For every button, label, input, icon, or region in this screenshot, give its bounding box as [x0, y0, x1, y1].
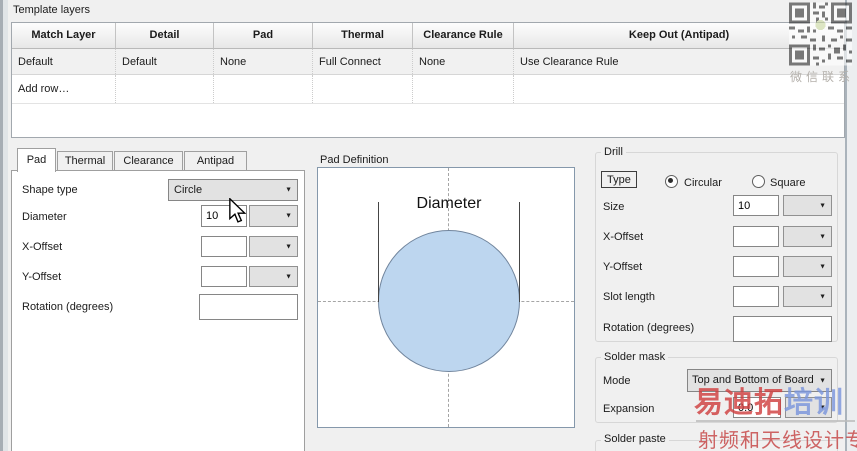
template-layers-table: Match Layer Detail Pad Thermal Clearance… — [11, 22, 845, 138]
drill-size-unit-dropdown[interactable]: ▼ — [783, 195, 832, 216]
column-header-match-layer[interactable]: Match Layer — [12, 23, 116, 49]
radio-circular-icon[interactable] — [665, 175, 678, 188]
drill-size-label: Size — [603, 201, 625, 213]
mouse-cursor-icon — [229, 198, 247, 223]
radio-square-label[interactable]: Square — [770, 177, 805, 190]
drill-rotation-label: Rotation (degrees) — [603, 322, 695, 334]
pad-template-dialog: { "colors": { "window_bg": "#f0f0f0", "p… — [0, 0, 857, 451]
diameter-dimension-label: Diameter — [416, 195, 482, 212]
drill-title: Drill — [601, 146, 626, 158]
shape-type-label: Shape type — [22, 184, 78, 196]
brand-blue-text: 培训 — [784, 387, 845, 419]
cell-thermal[interactable]: Full Connect — [313, 49, 413, 74]
solder-mask-mode-label: Mode — [603, 375, 631, 387]
brand-watermark: 易迪拓培训 — [694, 388, 844, 418]
chevron-down-icon: ▼ — [819, 377, 826, 384]
shape-type-value: Circle — [174, 184, 203, 196]
chevron-down-icon: ▼ — [285, 273, 292, 280]
pad-y-offset-label: Y-Offset — [22, 271, 62, 283]
slot-length-input[interactable] — [733, 286, 779, 307]
brand-tagline: 射频和天线设计专家 — [698, 430, 857, 451]
slot-length-unit-dropdown[interactable]: ▼ — [783, 286, 832, 307]
cell-match-layer[interactable]: Default — [12, 49, 116, 74]
cell-detail[interactable]: Default — [116, 49, 214, 74]
column-header-detail[interactable]: Detail — [116, 23, 214, 49]
add-row[interactable]: Add row… — [12, 75, 844, 104]
pad-rotation-input[interactable] — [199, 294, 298, 320]
pad-y-offset-unit-dropdown[interactable]: ▼ — [249, 266, 298, 287]
column-header-thermal[interactable]: Thermal — [313, 23, 413, 49]
qr-code — [789, 2, 852, 66]
add-row-label[interactable]: Add row… — [12, 75, 116, 103]
cell-pad[interactable]: None — [214, 49, 313, 74]
pad-preview: Diameter — [317, 167, 575, 428]
chevron-down-icon: ▼ — [819, 293, 826, 300]
slot-length-label: Slot length — [603, 291, 655, 303]
drill-y-offset-input[interactable] — [733, 256, 779, 277]
cell-clearance-rule[interactable]: None — [413, 49, 514, 74]
pad-x-offset-label: X-Offset — [22, 241, 63, 253]
drill-type-label: Type — [601, 171, 637, 188]
column-header-clearance-rule[interactable]: Clearance Rule — [413, 23, 514, 49]
drill-x-offset-unit-dropdown[interactable]: ▼ — [783, 226, 832, 247]
template-layers-title: Template layers — [13, 4, 91, 16]
drill-size-input[interactable] — [733, 195, 779, 216]
radio-square-icon[interactable] — [752, 175, 765, 188]
tab-antipad[interactable]: Antipad — [184, 151, 247, 171]
expansion-label: Expansion — [603, 403, 655, 415]
chevron-down-icon: ▼ — [819, 233, 826, 240]
chevron-down-icon: ▼ — [819, 263, 826, 270]
diameter-label: Diameter — [22, 211, 67, 223]
chevron-down-icon: ▼ — [285, 243, 292, 250]
radio-circular-label[interactable]: Circular — [684, 177, 722, 190]
table-row[interactable]: Default Default None Full Connect None U… — [12, 49, 844, 75]
diameter-extent-line-right — [519, 202, 520, 302]
pad-rotation-label: Rotation (degrees) — [22, 301, 114, 313]
diameter-extent-line-left — [378, 202, 379, 302]
chevron-down-icon: ▼ — [819, 202, 826, 209]
chevron-down-icon: ▼ — [285, 212, 292, 220]
column-header-pad[interactable]: Pad — [214, 23, 313, 49]
diameter-unit-dropdown[interactable]: ▼ — [249, 205, 298, 227]
table-header-row: Match Layer Detail Pad Thermal Clearance… — [12, 23, 844, 49]
pad-y-offset-input[interactable] — [201, 266, 247, 287]
solder-mask-title: Solder mask — [601, 351, 669, 363]
drill-y-offset-label: Y-Offset — [603, 261, 643, 273]
brand-underline — [696, 420, 855, 422]
window-left-edge-highlight — [3, 0, 8, 451]
drill-rotation-input[interactable] — [733, 316, 832, 342]
tab-thermal[interactable]: Thermal — [57, 151, 113, 171]
chevron-down-icon: ▼ — [285, 186, 292, 194]
pad-x-offset-unit-dropdown[interactable]: ▼ — [249, 236, 298, 257]
pad-definition-title: Pad Definition — [320, 154, 389, 166]
brand-red-text: 易迪拓 — [694, 387, 785, 419]
drill-y-offset-unit-dropdown[interactable]: ▼ — [783, 256, 832, 277]
drill-x-offset-label: X-Offset — [603, 231, 644, 243]
qr-caption: 微信联系 — [790, 70, 855, 84]
tab-clearance[interactable]: Clearance — [114, 151, 183, 171]
solder-paste-title: Solder paste — [601, 433, 669, 445]
pad-circle-shape — [378, 230, 520, 372]
tab-pad[interactable]: Pad — [17, 148, 56, 172]
drill-x-offset-input[interactable] — [733, 226, 779, 247]
pad-x-offset-input[interactable] — [201, 236, 247, 257]
